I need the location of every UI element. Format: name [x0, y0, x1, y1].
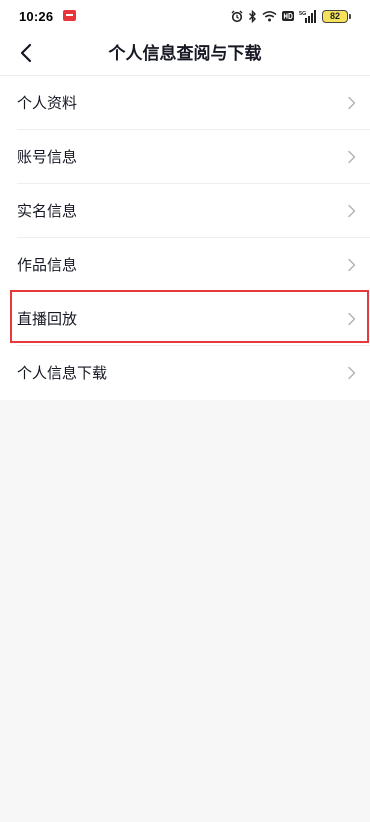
- menu-item-personal-info-download[interactable]: 个人信息下载: [0, 346, 370, 400]
- menu-item-live-replay[interactable]: 直播回放: [0, 292, 370, 346]
- chevron-left-icon: [20, 43, 32, 67]
- bluetooth-icon: [248, 9, 257, 23]
- status-bar: 10:26 5G 82: [0, 0, 370, 34]
- menu-item-label: 直播回放: [17, 310, 78, 328]
- alarm-icon: [231, 10, 243, 23]
- page-title: 个人信息查阅与下载: [108, 44, 262, 64]
- chevron-right-icon: [348, 258, 356, 272]
- battery-icon: 82: [322, 9, 351, 23]
- menu-item-profile[interactable]: 个人资料: [0, 76, 370, 130]
- svg-text:5G: 5G: [299, 11, 306, 17]
- menu-item-real-name-info[interactable]: 实名信息: [0, 184, 370, 238]
- status-icons: 5G 82: [231, 8, 351, 24]
- chevron-right-icon: [348, 150, 356, 164]
- status-time: 10:26: [19, 9, 54, 24]
- signal-5g-icon: 5G: [299, 9, 317, 23]
- menu-item-label: 个人信息下载: [17, 364, 108, 382]
- menu-item-works-info[interactable]: 作品信息: [0, 238, 370, 292]
- chevron-right-icon: [348, 204, 356, 218]
- menu-item-label: 账号信息: [17, 148, 78, 166]
- chevron-right-icon: [348, 312, 356, 326]
- menu-item-account-info[interactable]: 账号信息: [0, 130, 370, 184]
- wifi-icon: [262, 10, 277, 22]
- nav-bar: 个人信息查阅与下载: [0, 34, 370, 76]
- menu-item-label: 实名信息: [17, 202, 78, 220]
- back-button[interactable]: [10, 39, 42, 71]
- hd-icon: [282, 11, 294, 21]
- settings-menu: 个人资料 账号信息 实名信息 作品信息 直播回放 个人信息下载: [0, 76, 370, 400]
- menu-item-label: 作品信息: [17, 256, 78, 274]
- menu-item-label: 个人资料: [17, 94, 78, 112]
- notification-icon: [63, 10, 76, 21]
- chevron-right-icon: [348, 96, 356, 110]
- chevron-right-icon: [348, 366, 356, 380]
